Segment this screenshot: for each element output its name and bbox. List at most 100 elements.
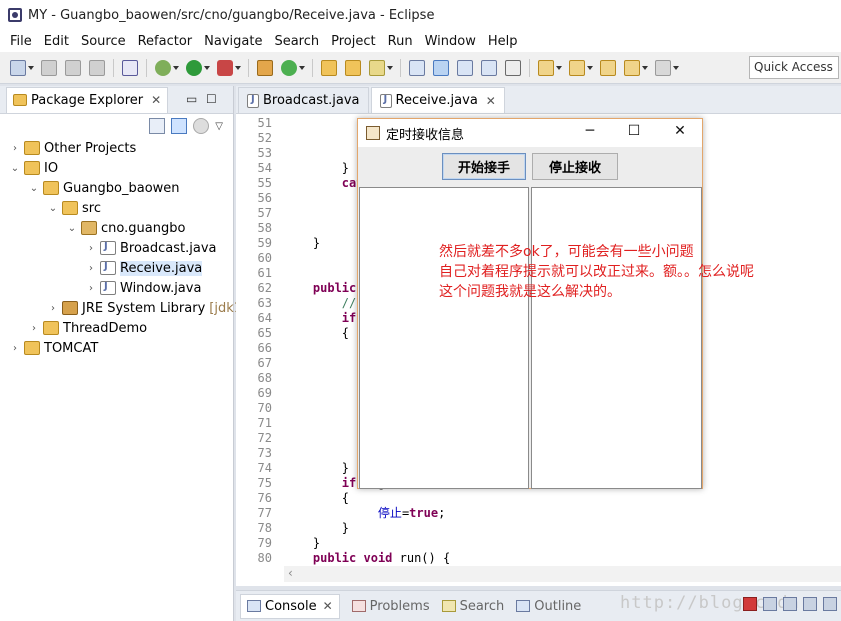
new-java-project-icon[interactable] [257, 59, 273, 76]
chevron-right-icon[interactable]: › [84, 243, 98, 254]
close-icon[interactable]: ✕ [670, 123, 690, 139]
forward-icon[interactable] [655, 59, 671, 76]
highlight-icon[interactable] [433, 59, 449, 76]
debug-icon[interactable] [155, 59, 171, 76]
menu-file[interactable]: File [4, 34, 38, 49]
toggle-mark-icon[interactable] [409, 59, 425, 76]
menu-project[interactable]: Project [325, 34, 381, 49]
chevron-right-icon[interactable]: › [84, 263, 98, 274]
stop-receive-button[interactable]: 停止接收 [532, 153, 618, 180]
pin-console-icon[interactable] [803, 597, 817, 611]
prev-annotation-dropdown-icon[interactable] [587, 65, 593, 70]
tree-item-jre-library[interactable]: › JRE System Library [jdk1 [46, 298, 242, 318]
search-wand-icon[interactable] [369, 59, 385, 76]
tree-item-other-projects[interactable]: › Other Projects [8, 138, 136, 158]
chevron-right-icon[interactable]: › [8, 143, 22, 154]
view-menu-icon[interactable]: ▽ [215, 121, 223, 132]
skip-breakpoints-icon[interactable] [122, 59, 138, 76]
back-icon[interactable] [624, 59, 640, 76]
next-annotation-dropdown-icon[interactable] [556, 65, 562, 70]
new-class-dropdown-icon[interactable] [299, 65, 305, 70]
tree-item-tomcat[interactable]: › TOMCAT [8, 338, 98, 358]
menu-window[interactable]: Window [419, 34, 482, 49]
chevron-down-icon[interactable]: ⌄ [46, 203, 60, 214]
chevron-down-icon[interactable]: ⌄ [65, 223, 79, 234]
tab-outline[interactable]: Outline [516, 599, 581, 614]
horizontal-scrollbar[interactable]: ‹ [284, 566, 841, 582]
tab-problems[interactable]: Problems [351, 599, 430, 614]
close-icon[interactable]: ✕ [486, 94, 496, 108]
chevron-down-icon[interactable]: ⌄ [27, 183, 41, 194]
new-class-icon[interactable] [281, 59, 297, 76]
tab-label: Search [459, 598, 505, 614]
menu-source[interactable]: Source [75, 34, 132, 49]
line-number: 63 [257, 296, 272, 310]
tree-item-window-java[interactable]: › Window.java [84, 278, 201, 298]
menu-refactor[interactable]: Refactor [132, 34, 199, 49]
minimize-icon[interactable]: ▭ [186, 92, 197, 106]
terminate-icon[interactable] [743, 597, 757, 611]
menu-search[interactable]: Search [268, 34, 325, 49]
tree-item-cno-guangbo[interactable]: ⌄ cno.guangbo [65, 218, 186, 238]
tree-item-guangbo-baowen[interactable]: ⌄ Guangbo_baowen [27, 178, 180, 198]
chevron-right-icon[interactable]: › [27, 323, 41, 334]
close-icon[interactable]: ✕ [151, 93, 161, 107]
run-icon[interactable] [186, 59, 202, 76]
tab-console[interactable]: Console ✕ [240, 593, 340, 619]
close-icon[interactable]: ✕ [323, 599, 333, 613]
new-dropdown-icon[interactable] [28, 65, 34, 70]
run-dropdown-icon[interactable] [204, 65, 210, 70]
minimize-icon[interactable]: ─ [580, 123, 600, 139]
collapse-all-icon[interactable] [149, 118, 166, 134]
tree-item-io[interactable]: ⌄ IO [8, 158, 58, 178]
code-text: 停止=true; [377, 506, 446, 520]
start-receive-button[interactable]: 开始接手 [442, 153, 526, 180]
chevron-right-icon[interactable]: › [8, 343, 22, 354]
last-edit-icon[interactable] [600, 59, 616, 76]
next-annotation-icon[interactable] [538, 59, 554, 76]
block-select-icon[interactable] [457, 59, 473, 76]
tree-item-src[interactable]: ⌄ src [46, 198, 101, 218]
tree-item-receive-java[interactable]: › Receive.java [84, 258, 203, 278]
tree-item-threaddemo[interactable]: › ThreadDemo [27, 318, 147, 338]
display-console-icon[interactable] [823, 597, 837, 611]
tab-broadcast-java[interactable]: Broadcast.java [238, 87, 369, 113]
line-number: 74 [257, 461, 272, 475]
tree-item-broadcast-java[interactable]: › Broadcast.java [84, 238, 217, 258]
maximize-icon[interactable]: ☐ [206, 92, 217, 106]
save-icon[interactable] [41, 59, 57, 76]
quick-access-input[interactable]: Quick Access [749, 56, 839, 79]
prev-annotation-icon[interactable] [569, 59, 585, 76]
chevron-right-icon[interactable]: › [84, 283, 98, 294]
paragraph-icon[interactable] [505, 59, 521, 76]
maximize-icon[interactable]: ☐ [624, 123, 644, 139]
tab-package-explorer[interactable]: Package Explorer ✕ [6, 86, 169, 113]
print-icon[interactable] [89, 59, 105, 76]
search-dropdown-icon[interactable] [387, 65, 393, 70]
external-tools-icon[interactable] [217, 59, 233, 76]
open-type-icon[interactable] [321, 59, 337, 76]
save-all-icon[interactable] [65, 59, 81, 76]
back-dropdown-icon[interactable] [642, 65, 648, 70]
remove-all-icon[interactable] [783, 597, 797, 611]
debug-dropdown-icon[interactable] [173, 65, 179, 70]
external-tools-dropdown-icon[interactable] [235, 65, 241, 70]
menu-run[interactable]: Run [382, 34, 419, 49]
link-with-editor-icon[interactable] [171, 118, 188, 134]
remove-launch-icon[interactable] [763, 597, 777, 611]
tab-receive-java[interactable]: Receive.java ✕ [370, 87, 505, 113]
chevron-right-icon[interactable]: › [46, 303, 60, 314]
focus-icon[interactable] [193, 118, 210, 134]
open-folder-icon[interactable] [345, 59, 361, 76]
tab-search[interactable]: Search [441, 598, 505, 614]
show-whitespace-icon[interactable] [481, 59, 497, 76]
menu-help[interactable]: Help [482, 34, 524, 49]
forward-dropdown-icon[interactable] [673, 65, 679, 70]
left-text-area[interactable] [359, 187, 529, 489]
new-icon[interactable] [10, 59, 26, 76]
menu-navigate[interactable]: Navigate [198, 34, 268, 49]
right-text-area[interactable] [531, 187, 702, 489]
chevron-down-icon[interactable]: ⌄ [8, 163, 22, 174]
line-number: 66 [257, 341, 272, 355]
menu-edit[interactable]: Edit [38, 34, 75, 49]
